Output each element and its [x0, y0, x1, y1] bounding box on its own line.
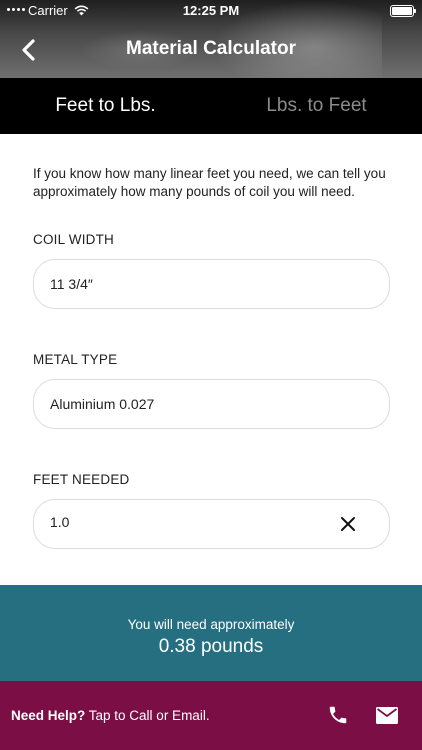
help-bold-label: Need Help?	[11, 708, 86, 723]
metal-type-value: Aluminium 0.027	[50, 396, 155, 412]
intro-text: If you know how many linear feet you nee…	[33, 166, 386, 199]
feet-needed-label: FEET NEEDED	[33, 472, 130, 487]
result-value: 0.38 pounds	[158, 636, 264, 657]
coil-width-value: 11 3/4″	[50, 276, 93, 292]
battery-icon	[390, 5, 416, 17]
tab-lbs-to-feet[interactable]: Lbs. to Feet	[211, 78, 422, 134]
status-bar: Carrier 12:25 PM	[0, 0, 422, 22]
clear-icon[interactable]	[339, 515, 357, 533]
status-time: 12:25 PM	[182, 3, 240, 18]
phone-icon[interactable]	[327, 704, 349, 726]
tab-bar: Feet to Lbs. Lbs. to Feet	[0, 78, 422, 134]
coil-width-field[interactable]: 11 3/4″	[33, 259, 390, 309]
help-detail-label: Tap to Call or Email.	[85, 708, 210, 723]
metal-type-field[interactable]: Aluminium 0.027	[33, 379, 390, 429]
coil-width-label: COIL WIDTH	[33, 232, 114, 247]
result-caption: You will need approximately	[127, 617, 295, 632]
tab-feet-to-lbs[interactable]: Feet to Lbs.	[0, 78, 211, 134]
help-footer: Need Help? Tap to Call or Email.	[0, 681, 422, 750]
result-panel: You will need approximately 0.38 pounds	[0, 585, 422, 681]
feet-needed-value: 1.0	[50, 514, 70, 530]
page-title: Material Calculator	[126, 38, 296, 59]
mail-icon[interactable]	[376, 707, 398, 724]
help-text: Need Help? Tap to Call or Email.	[11, 708, 210, 723]
calculator-form: If you know how many linear feet you nee…	[0, 134, 422, 585]
feet-needed-input[interactable]: 1.0	[33, 499, 390, 549]
metal-type-label: METAL TYPE	[33, 352, 118, 367]
